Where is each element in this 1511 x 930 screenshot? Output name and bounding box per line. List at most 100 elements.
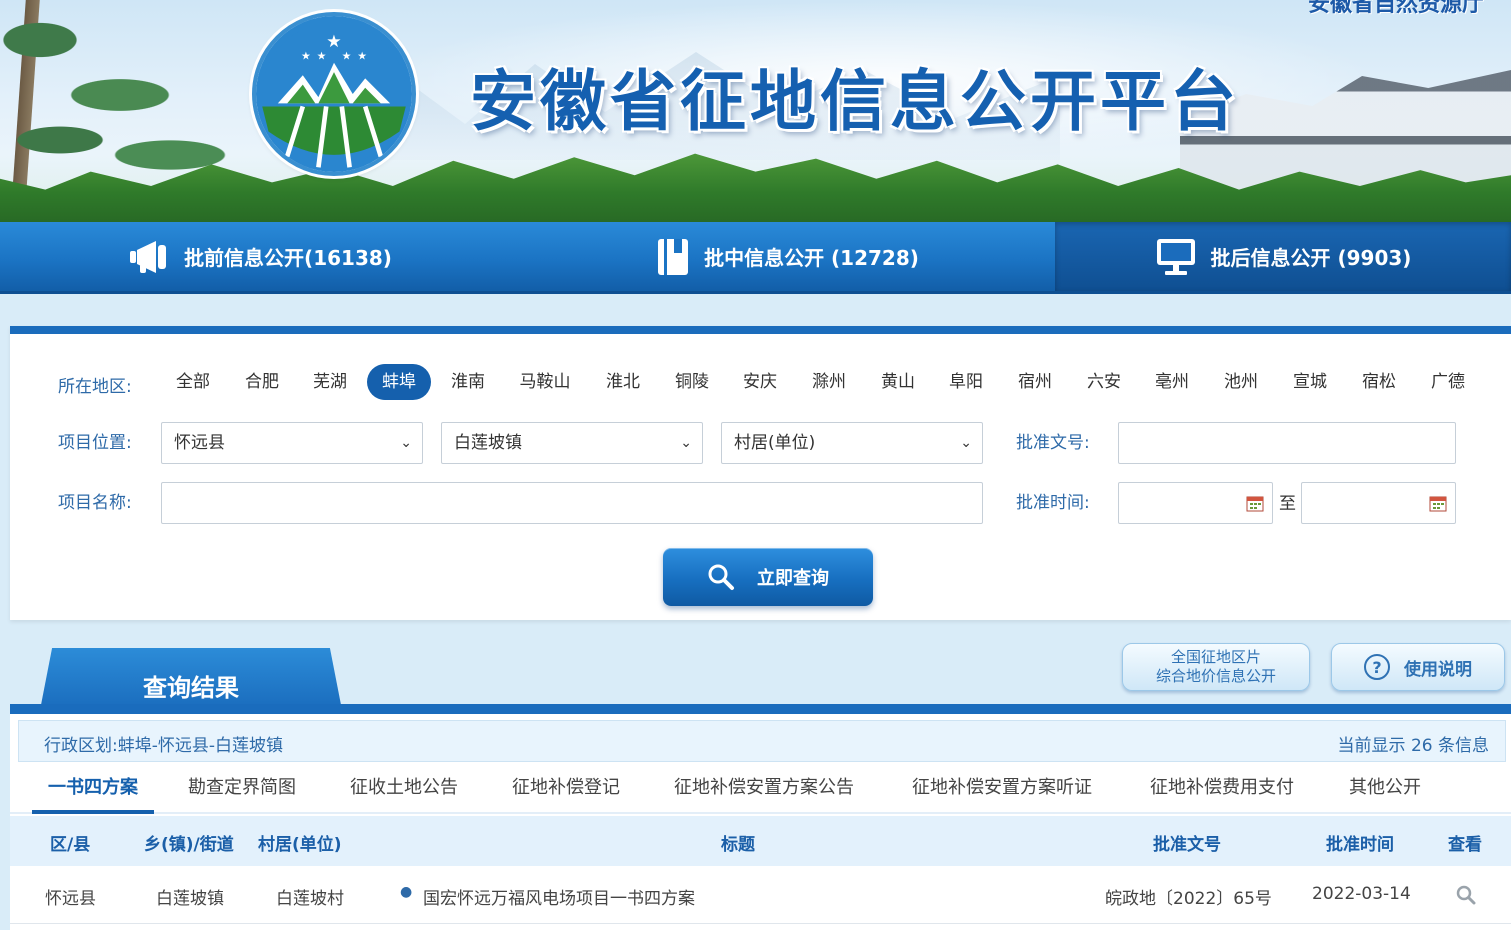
- megaphone-icon: [128, 239, 170, 275]
- national-btn-line2: 综合地价信息公开: [1155, 667, 1276, 685]
- town-select[interactable]: 白莲坡镇 ⌄: [441, 422, 703, 464]
- region-tongling[interactable]: 铜陵: [667, 364, 717, 400]
- region-susong[interactable]: 宿松: [1354, 364, 1404, 400]
- help-button[interactable]: ? 使用说明: [1331, 643, 1505, 691]
- svg-text:★: ★: [317, 50, 327, 63]
- village-select[interactable]: 村居(单位) ⌄: [721, 422, 983, 464]
- region-bozhou[interactable]: 亳州: [1147, 364, 1197, 400]
- table-row[interactable]: 怀远县 白莲坡镇 白莲坡村 ● 国宏怀远万福风电场项目一书四方案 皖政地〔202…: [10, 866, 1511, 924]
- monitor-icon: [1155, 237, 1197, 277]
- project-name-label: 项目名称:: [58, 493, 132, 513]
- date-range-separator: 至: [1279, 494, 1296, 514]
- region-maanshan[interactable]: 马鞍山: [510, 364, 580, 400]
- region-huaibei[interactable]: 淮北: [598, 364, 648, 400]
- approval-time-label: 批准时间:: [1016, 493, 1090, 513]
- site-title: 安徽省征地信息公开平台: [470, 63, 1240, 140]
- region-fuyang[interactable]: 阜阳: [941, 364, 991, 400]
- region-chuzhou[interactable]: 滁州: [804, 364, 854, 400]
- department-name: 安徽省自然资源厅: [1308, 0, 1485, 17]
- calendar-icon[interactable]: [1246, 494, 1264, 512]
- table-header: 区/县 乡(镇)/街道 村居(单位) 标题 批准文号 批准时间 查看: [10, 816, 1511, 866]
- tab-one-book-four-plans[interactable]: 一书四方案: [32, 766, 154, 814]
- col-view: 查看: [1448, 835, 1482, 855]
- town-select-value: 白莲坡镇: [454, 433, 522, 453]
- region-xuancheng[interactable]: 宣城: [1285, 364, 1335, 400]
- tab-expropriation-notice[interactable]: 征收土地公告: [340, 766, 468, 814]
- results-tab: 查询结果: [40, 648, 342, 710]
- cell-approval-no: 皖政地〔2022〕65号: [1105, 889, 1272, 909]
- header-banner: ★ ★ ★ ★ ★ 安徽省征地信息公开平台 安徽省自然资源厅: [0, 0, 1511, 222]
- chevron-down-icon: ⌄: [680, 435, 692, 451]
- bullet-icon: ●: [400, 884, 413, 900]
- cell-town: 白莲坡镇: [156, 889, 224, 909]
- region-luan[interactable]: 六安: [1079, 364, 1129, 400]
- query-button-label: 立即查询: [757, 568, 829, 589]
- project-name-input[interactable]: [161, 482, 983, 524]
- region-huangshan[interactable]: 黄山: [873, 364, 923, 400]
- col-approval-time: 批准时间: [1326, 835, 1394, 855]
- search-icon: [707, 563, 735, 591]
- tab-survey-sketch[interactable]: 勘查定界简图: [178, 766, 306, 814]
- end-date-input[interactable]: [1301, 482, 1456, 524]
- svg-text:★: ★: [301, 50, 311, 63]
- col-title: 标题: [721, 835, 755, 855]
- svg-text:★: ★: [357, 50, 367, 63]
- region-label: 所在地区:: [58, 377, 132, 397]
- tab-compensation-plan-notice[interactable]: 征地补偿安置方案公告: [664, 766, 864, 814]
- region-huainan[interactable]: 淮南: [443, 364, 493, 400]
- site-logo: ★ ★ ★ ★ ★: [252, 12, 416, 176]
- col-town: 乡(镇)/街道: [144, 835, 234, 855]
- nav-post-approval-label: 批后信息公开 (9903): [1210, 246, 1412, 270]
- search-panel: 所在地区: 全部 合肥 芜湖 蚌埠 淮南 马鞍山 淮北 铜陵 安庆 滁州 黄山 …: [10, 326, 1511, 620]
- help-icon: ?: [1364, 654, 1390, 680]
- nav-post-approval[interactable]: 批后信息公开 (9903): [1055, 222, 1511, 291]
- region-suzhou[interactable]: 宿州: [1010, 364, 1060, 400]
- tab-compensation-registration[interactable]: 征地补偿登记: [502, 766, 630, 814]
- results-body: 行政区划:蚌埠-怀远县-白莲坡镇 当前显示 26 条信息 一书四方案 勘查定界简…: [10, 714, 1511, 930]
- nav-pre-approval[interactable]: 批前信息公开(16138): [0, 222, 520, 291]
- cell-approval-time: 2022-03-14: [1312, 884, 1411, 904]
- logo-mountain-icon: ★ ★ ★ ★ ★: [256, 16, 412, 172]
- chevron-down-icon: ⌄: [400, 435, 412, 451]
- svg-text:★: ★: [326, 32, 341, 52]
- region-bengbu[interactable]: 蚌埠: [367, 364, 431, 400]
- start-date-input[interactable]: [1118, 482, 1273, 524]
- tab-other[interactable]: 其他公开: [1342, 766, 1428, 814]
- cell-county: 怀远县: [45, 889, 96, 909]
- result-tabs: 一书四方案 勘查定界简图 征收土地公告 征地补偿登记 征地补偿安置方案公告 征地…: [10, 766, 1511, 814]
- admin-division-bar: 行政区划:蚌埠-怀远县-白莲坡镇 当前显示 26 条信息: [18, 720, 1506, 762]
- main-nav: 批前信息公开(16138) 批中信息公开 (12728) 批后信息公开 (990…: [0, 222, 1511, 294]
- tab-compensation-payment[interactable]: 征地补偿费用支付: [1140, 766, 1304, 814]
- region-chizhou[interactable]: 池州: [1216, 364, 1266, 400]
- county-select-value: 怀远县: [174, 433, 225, 453]
- approval-no-input[interactable]: [1118, 422, 1456, 464]
- nav-pre-approval-label: 批前信息公开(16138): [184, 246, 392, 270]
- results-divider: [10, 704, 1511, 714]
- result-count: 当前显示 26 条信息: [1337, 736, 1489, 756]
- region-wuhu[interactable]: 芜湖: [305, 364, 355, 400]
- cell-village: 白莲坡村: [276, 889, 344, 909]
- col-county: 区/县: [50, 835, 91, 855]
- magnifier-view-icon[interactable]: [1456, 885, 1476, 905]
- region-guangde[interactable]: 广德: [1423, 364, 1473, 400]
- svg-text:★: ★: [342, 50, 352, 63]
- approval-no-label: 批准文号:: [1016, 433, 1090, 453]
- help-button-label: 使用说明: [1404, 659, 1472, 680]
- book-icon: [656, 237, 690, 277]
- query-button[interactable]: 立即查询: [663, 548, 873, 606]
- region-all[interactable]: 全部: [168, 364, 218, 400]
- region-hefei[interactable]: 合肥: [237, 364, 287, 400]
- calendar-icon[interactable]: [1429, 494, 1447, 512]
- admin-division: 行政区划:蚌埠-怀远县-白莲坡镇: [44, 736, 283, 756]
- national-btn-line1: 全国征地区片: [1170, 648, 1261, 666]
- tab-compensation-plan-hearing[interactable]: 征地补偿安置方案听证: [902, 766, 1102, 814]
- national-land-price-button[interactable]: 全国征地区片 综合地价信息公开: [1122, 643, 1310, 691]
- county-select[interactable]: 怀远县 ⌄: [161, 422, 423, 464]
- nav-mid-approval-label: 批中信息公开 (12728): [704, 246, 919, 270]
- col-approval-no: 批准文号: [1153, 835, 1221, 855]
- location-label: 项目位置:: [58, 433, 132, 453]
- col-village: 村居(单位): [258, 835, 342, 855]
- region-anqing[interactable]: 安庆: [735, 364, 785, 400]
- cell-title[interactable]: 国宏怀远万福风电场项目一书四方案: [423, 884, 695, 909]
- nav-mid-approval[interactable]: 批中信息公开 (12728): [520, 222, 1055, 291]
